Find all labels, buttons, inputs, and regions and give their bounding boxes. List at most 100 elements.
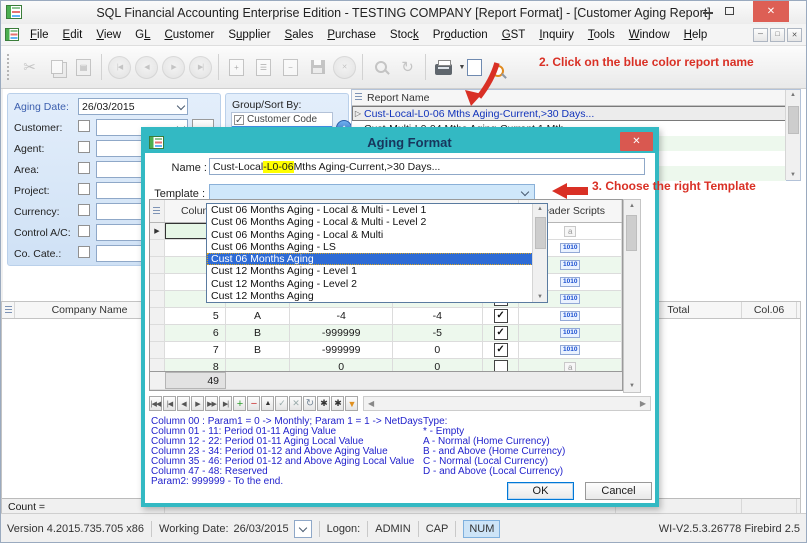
template-option[interactable]: Cust 12 Months Aging	[207, 290, 533, 302]
nav-edit-icon[interactable]: ▲	[261, 396, 274, 411]
grid-row[interactable]: 6B-999999-5✓1010	[150, 325, 622, 342]
menu-help[interactable]: Help	[677, 26, 715, 44]
scrollbar-thumb[interactable]	[535, 217, 546, 249]
previous-record-icon[interactable]: ◀	[133, 54, 160, 81]
template-option[interactable]: Cust 12 Months Aging - Level 2	[207, 278, 533, 290]
nav-first-icon[interactable]: |◀◀	[149, 396, 162, 411]
template-option[interactable]: Cust 06 Months Aging - Local & Multi	[207, 229, 533, 241]
template-option[interactable]: Cust 06 Months Aging - Local & Multi - L…	[207, 204, 533, 216]
report-row-selected[interactable]: ▷Cust-Local-L0-06 Mths Aging-Current,>30…	[352, 106, 786, 121]
grid-row[interactable]: 5A-4-4✓1010	[150, 308, 622, 325]
grid-options-icon[interactable]	[355, 93, 362, 102]
grid-row[interactable]: 7B-9999990✓1010	[150, 342, 622, 359]
scroll-down-icon[interactable]: ▼	[786, 172, 800, 178]
customer-checkbox[interactable]	[78, 120, 90, 132]
grid-options-icon[interactable]	[5, 306, 12, 315]
search-icon[interactable]	[367, 54, 394, 81]
new-icon[interactable]: +	[223, 54, 250, 81]
scroll-up-icon[interactable]: ▲	[786, 92, 800, 98]
refresh-icon[interactable]: ↻	[394, 54, 421, 81]
nav-prior-icon[interactable]: ◀	[177, 396, 190, 411]
nav-refresh-icon[interactable]: ↻	[303, 396, 316, 411]
last-record-icon[interactable]: ▶|	[187, 54, 214, 81]
nav-delete-icon[interactable]: −	[247, 396, 260, 411]
first-record-icon[interactable]: |◀	[106, 54, 133, 81]
menu-gst[interactable]: GST	[495, 26, 533, 44]
next-record-icon[interactable]: ▶	[160, 54, 187, 81]
menu-purchase[interactable]: Purchase	[320, 26, 383, 44]
copy-icon[interactable]	[43, 54, 70, 81]
scroll-left-icon[interactable]: ◀	[368, 399, 374, 408]
print-dropdown-icon[interactable]: ▼	[457, 64, 467, 71]
row-checkbox[interactable]: ✓	[494, 309, 508, 323]
co-cate-checkbox[interactable]	[78, 246, 90, 258]
cancel-icon[interactable]: ✕	[331, 54, 358, 81]
menu-window[interactable]: Window	[622, 26, 677, 44]
menu-file[interactable]: File	[23, 26, 56, 44]
col06-header[interactable]: Col.06	[742, 302, 797, 318]
control-ac-checkbox[interactable]	[78, 225, 90, 237]
area-checkbox[interactable]	[78, 162, 90, 174]
name-input[interactable]: Cust-Local-L0-06 Mths Aging-Current,>30 …	[209, 158, 645, 175]
working-date-select[interactable]	[294, 520, 312, 538]
minimize-icon[interactable]	[703, 12, 713, 14]
print-icon[interactable]	[430, 54, 457, 81]
cut-icon[interactable]: ✂	[16, 54, 43, 81]
menu-sales[interactable]: Sales	[278, 26, 321, 44]
scroll-down-icon[interactable]: ▼	[533, 294, 547, 300]
menu-gl[interactable]: GL	[128, 26, 157, 44]
mdi-close-icon[interactable]: ✕	[787, 28, 802, 42]
agent-checkbox[interactable]	[78, 141, 90, 153]
currency-checkbox[interactable]	[78, 204, 90, 216]
maximize-icon[interactable]	[725, 7, 734, 15]
mdi-restore-icon[interactable]: □	[770, 28, 785, 42]
nav-post-icon[interactable]: ✓	[275, 396, 288, 411]
template-option[interactable]: Cust 06 Months Aging - LS	[207, 241, 533, 253]
nav-insert-icon[interactable]: +	[233, 396, 246, 411]
nav-cancel-icon[interactable]: ✕	[289, 396, 302, 411]
save-icon[interactable]	[304, 54, 331, 81]
nav-bookmark-icon[interactable]: ✱	[317, 396, 330, 411]
nav-prior-page-icon[interactable]: |◀	[163, 396, 176, 411]
nav-next-page-icon[interactable]: ▶▶	[205, 396, 218, 411]
menu-customer[interactable]: Customer	[157, 26, 221, 44]
scroll-up-icon[interactable]: ▲	[533, 206, 547, 212]
aging-date-select[interactable]: 26/03/2015	[78, 98, 188, 115]
report-list-scrollbar[interactable]: ▲ ▼	[785, 90, 800, 180]
close-icon[interactable]: ✕	[753, 1, 789, 22]
menu-inquiry[interactable]: Inquiry	[532, 26, 581, 44]
template-option[interactable]: Cust 06 Months Aging - Local & Multi - L…	[207, 216, 533, 228]
cancel-button[interactable]: Cancel	[585, 482, 652, 500]
dropdown-scrollbar[interactable]: ▲ ▼	[532, 204, 547, 302]
dialog-close-icon[interactable]: ✕	[620, 132, 653, 151]
row-checkbox[interactable]: ✓	[494, 343, 508, 357]
menu-production[interactable]: Production	[426, 26, 495, 44]
edit-icon[interactable]: ☰	[250, 54, 277, 81]
nav-filter-icon[interactable]: ▼	[345, 396, 358, 411]
scroll-down-icon[interactable]: ▼	[624, 383, 640, 389]
scrollbar-thumb[interactable]	[626, 215, 637, 251]
grid-options-icon[interactable]	[153, 207, 160, 216]
menu-stock[interactable]: Stock	[383, 26, 426, 44]
menu-supplier[interactable]: Supplier	[221, 26, 277, 44]
scrollbar-thumb[interactable]	[788, 106, 799, 134]
nav-last-icon[interactable]: ▶|	[219, 396, 232, 411]
template-option-selected[interactable]: Cust 06 Months Aging	[207, 253, 533, 265]
scroll-right-icon[interactable]: ▶	[640, 399, 646, 408]
scroll-up-icon[interactable]: ▲	[624, 203, 640, 209]
nav-next-icon[interactable]: ▶	[191, 396, 204, 411]
ok-button[interactable]: OK	[507, 482, 574, 500]
menu-edit[interactable]: Edit	[56, 26, 90, 44]
nav-goto-bookmark-icon[interactable]: ✱	[331, 396, 344, 411]
template-option[interactable]: Cust 12 Months Aging - Level 1	[207, 265, 533, 277]
project-checkbox[interactable]	[78, 183, 90, 195]
horizontal-scrollbar[interactable]: ◀▶	[363, 396, 651, 411]
mdi-minimize-icon[interactable]: ─	[753, 28, 768, 42]
grid-scrollbar[interactable]: ▲ ▼	[623, 199, 641, 393]
preview-icon[interactable]	[467, 54, 494, 81]
menu-view[interactable]: View	[89, 26, 128, 44]
delete-icon[interactable]: −	[277, 54, 304, 81]
menu-tools[interactable]: Tools	[581, 26, 622, 44]
group-sort-item-customer-code[interactable]: ✓Customer Code	[232, 113, 332, 126]
paste-icon[interactable]: ▤	[70, 54, 97, 81]
